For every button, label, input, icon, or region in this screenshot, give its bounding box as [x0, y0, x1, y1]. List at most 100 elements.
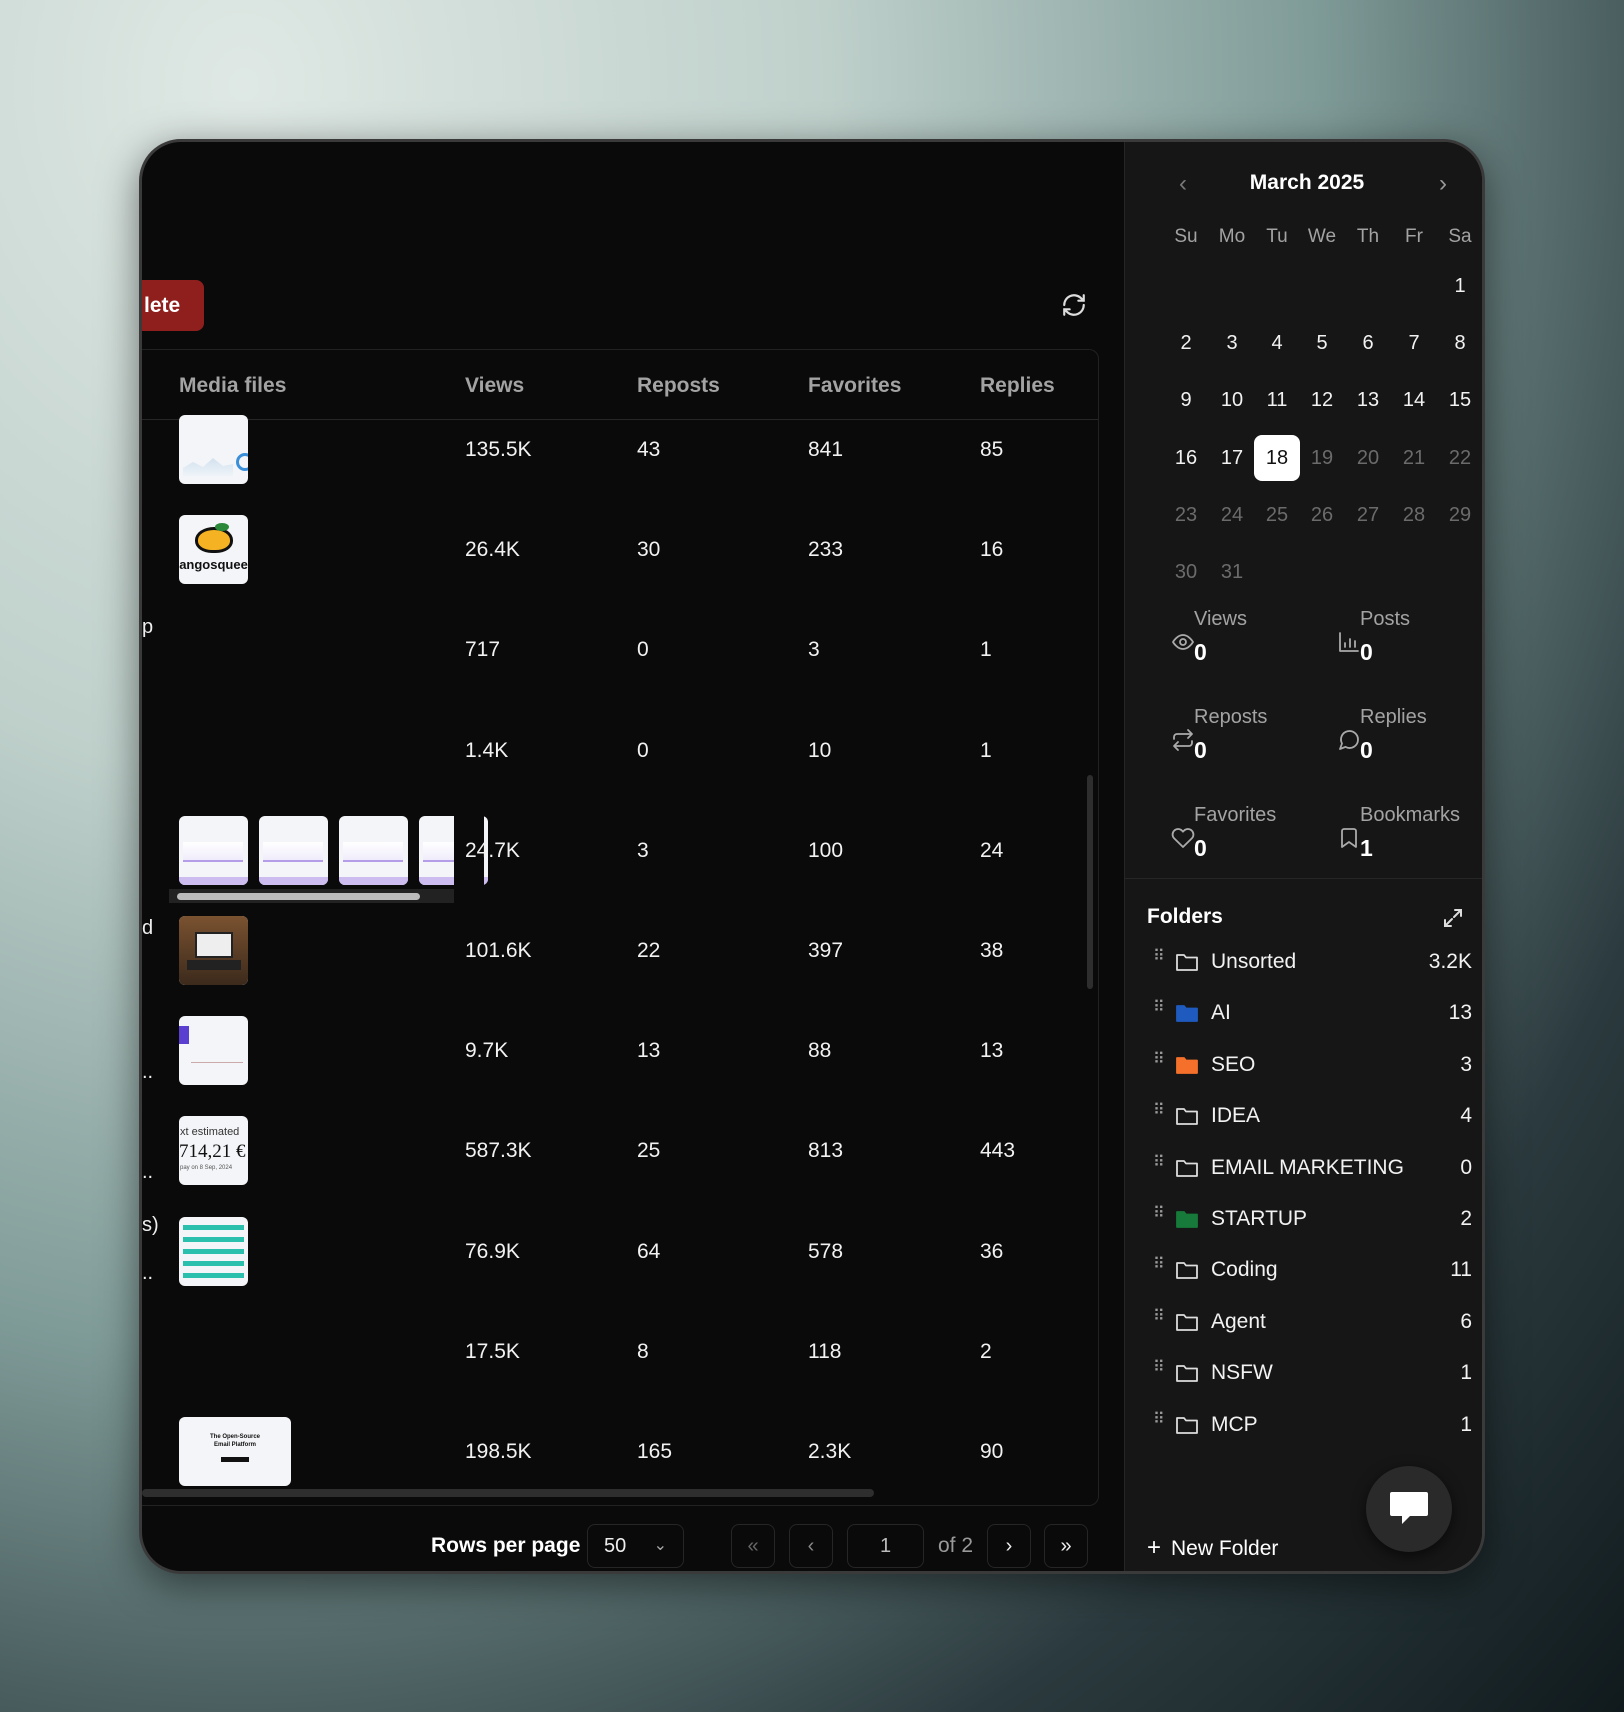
- chat-button[interactable]: [1366, 1466, 1452, 1552]
- calendar-day[interactable]: 19: [1299, 435, 1345, 481]
- folder-icon: [1176, 1108, 1198, 1126]
- media-thumbnail[interactable]: angosquee: [179, 515, 248, 585]
- media-thumbnail[interactable]: [179, 916, 248, 985]
- media-thumbnail[interactable]: xt estimated 714,21 € pay on 8 Sep, 2024: [179, 1116, 248, 1186]
- calendar-day[interactable]: 9: [1163, 377, 1209, 423]
- expand-icon[interactable]: [1441, 906, 1465, 930]
- calendar-day[interactable]: 14: [1391, 377, 1437, 423]
- table-row[interactable]: s).. 76.9K 64 578 36: [142, 1202, 1098, 1302]
- table-row[interactable]: d 101.6K 22 397 38: [142, 901, 1098, 1001]
- calendar-day[interactable]: 6: [1345, 320, 1391, 366]
- media-thumbnail[interactable]: [179, 1016, 248, 1086]
- folder-icon: [1176, 1313, 1198, 1331]
- table-row[interactable]: p 717 0 3 1: [142, 600, 1098, 700]
- table-row[interactable]: The Open-Source Email Platform 198.5K 165 …: [142, 1402, 1098, 1502]
- folder-item[interactable]: ⠿ Unsorted 3.2K: [1125, 940, 1482, 986]
- table-row[interactable]: .. 9.7K 13 88 13: [142, 1001, 1098, 1101]
- folder-name: IDEA: [1211, 1104, 1261, 1128]
- first-page-button[interactable]: «: [731, 1524, 775, 1568]
- refresh-icon[interactable]: [1061, 292, 1087, 318]
- drag-handle-icon[interactable]: ⠿: [1153, 1000, 1165, 1016]
- calendar-day[interactable]: 11: [1254, 377, 1300, 423]
- calendar-day[interactable]: 2: [1163, 320, 1209, 366]
- drag-handle-icon[interactable]: ⠿: [1153, 1103, 1165, 1119]
- folder-item[interactable]: ⠿ IDEA 4: [1125, 1094, 1482, 1140]
- table-row[interactable]: angosquee 26.4K 30 233 16: [142, 500, 1098, 600]
- calendar-day[interactable]: 22: [1437, 435, 1482, 481]
- calendar-day[interactable]: 28: [1391, 492, 1437, 538]
- calendar-day[interactable]: 10: [1209, 377, 1255, 423]
- folder-item[interactable]: ⠿ Coding 11: [1125, 1248, 1482, 1294]
- page-input[interactable]: 1: [847, 1524, 924, 1568]
- drag-handle-icon[interactable]: ⠿: [1153, 1360, 1165, 1376]
- stat-value: 0: [1360, 639, 1373, 665]
- drag-handle-icon[interactable]: ⠿: [1153, 1206, 1165, 1222]
- calendar-day[interactable]: 4: [1254, 320, 1300, 366]
- replies-cell: 1: [980, 738, 992, 762]
- horizontal-scrollbar[interactable]: [142, 1489, 874, 1497]
- calendar-day[interactable]: 17: [1209, 435, 1255, 481]
- thumb-text: pay on 8 Sep, 2024: [180, 1165, 233, 1172]
- col-media[interactable]: Media files: [179, 374, 286, 398]
- rows-per-page-select[interactable]: 50 ⌄: [587, 1524, 684, 1568]
- drag-handle-icon[interactable]: ⠿: [1153, 1257, 1165, 1273]
- calendar-day[interactable]: 25: [1254, 492, 1300, 538]
- folder-item[interactable]: ⠿ STARTUP 2: [1125, 1197, 1482, 1243]
- folder-item[interactable]: ⠿ Agent 6: [1125, 1300, 1482, 1346]
- folder-item[interactable]: ⠿ AI 13: [1125, 991, 1482, 1037]
- calendar-day[interactable]: 12: [1299, 377, 1345, 423]
- drag-handle-icon[interactable]: ⠿: [1153, 949, 1165, 965]
- drag-handle-icon[interactable]: ⠿: [1153, 1411, 1165, 1427]
- table-row[interactable]: 135.5K 43 841 85: [142, 400, 1098, 500]
- next-month-button[interactable]: ›: [1423, 165, 1463, 205]
- calendar-day[interactable]: 20: [1345, 435, 1391, 481]
- calendar-day[interactable]: 30: [1163, 549, 1209, 595]
- calendar-day[interactable]: 5: [1299, 320, 1345, 366]
- next-page-button[interactable]: ›: [987, 1524, 1031, 1568]
- folder-item[interactable]: ⠿ SEO 3: [1125, 1043, 1482, 1089]
- col-replies[interactable]: Replies: [980, 374, 1055, 398]
- table-row[interactable]: 17.5K 8 118 2: [142, 1302, 1098, 1402]
- folder-item[interactable]: ⠿ EMAIL MARKETING 0: [1125, 1146, 1482, 1192]
- media-thumbnail[interactable]: [259, 815, 328, 885]
- col-views[interactable]: Views: [465, 374, 524, 398]
- folder-item[interactable]: ⠿ NSFW 1: [1125, 1351, 1482, 1397]
- calendar-day[interactable]: 24: [1209, 492, 1255, 538]
- thumbnail-scrollbar[interactable]: [177, 892, 420, 900]
- calendar-day[interactable]: 7: [1391, 320, 1437, 366]
- calendar-day[interactable]: 21: [1391, 435, 1437, 481]
- calendar-day[interactable]: 29: [1437, 492, 1482, 538]
- calendar-day[interactable]: 27: [1345, 492, 1391, 538]
- table-row[interactable]: 24.7K 3 100 24: [142, 800, 1098, 903]
- drag-handle-icon[interactable]: ⠿: [1153, 1051, 1165, 1067]
- calendar-day[interactable]: 18: [1254, 435, 1300, 481]
- calendar-day[interactable]: 15: [1437, 377, 1482, 423]
- calendar-day[interactable]: 23: [1163, 492, 1209, 538]
- table-row[interactable]: .. xt estimated 714,21 € pay on 8 Sep, 2024…: [142, 1101, 1098, 1201]
- calendar-day[interactable]: 16: [1163, 435, 1209, 481]
- calendar-day[interactable]: 3: [1209, 320, 1255, 366]
- calendar-day[interactable]: 13: [1345, 377, 1391, 423]
- vertical-scrollbar[interactable]: [1087, 775, 1093, 989]
- media-thumbnail[interactable]: [179, 815, 248, 885]
- table-row[interactable]: 1.4K 0 10 1: [142, 701, 1098, 801]
- prev-page-button[interactable]: ‹: [789, 1524, 833, 1568]
- delete-button[interactable]: lete: [142, 280, 204, 331]
- folder-item[interactable]: ⠿ MCP 1: [1125, 1403, 1482, 1449]
- media-thumbnail[interactable]: [179, 415, 248, 484]
- media-thumbnail[interactable]: [179, 1216, 248, 1286]
- calendar-day[interactable]: 26: [1299, 492, 1345, 538]
- stat-label: Bookmarks: [1360, 804, 1461, 826]
- calendar-day[interactable]: 8: [1437, 320, 1482, 366]
- calendar-day[interactable]: 1: [1437, 263, 1482, 309]
- col-reposts[interactable]: Reposts: [637, 374, 720, 398]
- calendar-day[interactable]: 31: [1209, 549, 1255, 595]
- media-thumbnail[interactable]: The Open-Source Email Platform: [179, 1417, 291, 1486]
- last-page-button[interactable]: »: [1044, 1524, 1088, 1568]
- drag-handle-icon[interactable]: ⠿: [1153, 1308, 1165, 1324]
- col-favorites[interactable]: Favorites: [808, 374, 901, 398]
- media-thumbnail[interactable]: [339, 815, 408, 885]
- views-cell: 17.5K: [465, 1339, 520, 1363]
- new-folder-button[interactable]: + New Folder: [1147, 1534, 1278, 1562]
- drag-handle-icon[interactable]: ⠿: [1153, 1154, 1165, 1170]
